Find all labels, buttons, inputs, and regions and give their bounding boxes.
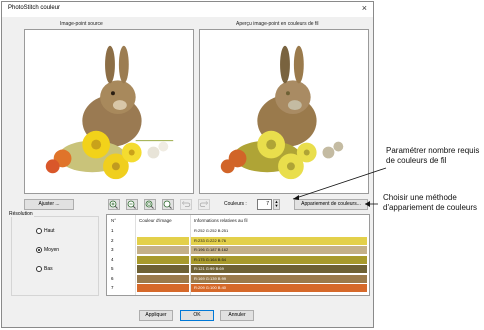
radio-label: Moyen [44, 247, 60, 253]
radio-button[interactable] [36, 228, 42, 234]
column-header-image-color: Couleur d'image [139, 218, 172, 223]
color-swatch [137, 246, 189, 254]
color-swatch [137, 227, 189, 235]
colors-count-stepper[interactable]: ▲ ▼ [273, 199, 280, 210]
annotation-color-matching: Choisir une méthode d'appariement de cou… [383, 193, 478, 212]
row-number: 7 [111, 285, 114, 290]
zoom-out-icon[interactable] [126, 199, 138, 210]
adjust-button[interactable]: Ajuster ... [24, 199, 74, 210]
thread-info-cell: R:196 G:187 B:162 [191, 246, 367, 254]
thread-info-cell: R:233 G:222 B:76 [191, 236, 367, 245]
table-row[interactable]: 5 R:121 G:99 B:69 [107, 265, 369, 273]
row-number: 4 [111, 256, 114, 262]
rabbit-thread-preview-image [220, 45, 344, 180]
annotation-colors-count: Paramétrer nombre requis de couleurs de … [386, 146, 480, 165]
row-number: 6 [111, 275, 114, 281]
zoom-in-icon[interactable] [108, 199, 120, 210]
color-matching-button[interactable]: Appariement de couleurs... [294, 199, 368, 210]
source-image-panel [24, 29, 194, 194]
rabbit-image [45, 45, 174, 180]
title-bar: PhotoStitch couleur × [2, 2, 373, 17]
row-number: 3 [111, 247, 114, 252]
source-image-label: Image-point source [60, 21, 103, 27]
color-swatch [137, 236, 189, 245]
row-number: 2 [111, 237, 114, 243]
thread-info-cell: R:252 G:252 B:251 [191, 227, 367, 235]
radio-label: Haut [44, 228, 55, 234]
preview-image-panel [199, 29, 369, 194]
table-row[interactable]: 4 R:175 G:164 B:54 [107, 255, 369, 264]
redo-icon[interactable] [198, 199, 210, 210]
close-icon[interactable]: × [362, 3, 367, 14]
radio-button[interactable] [36, 247, 42, 253]
chevron-down-icon[interactable]: ▼ [274, 204, 279, 208]
undo-icon[interactable] [180, 199, 192, 210]
color-swatch [137, 274, 189, 283]
colors-count-input[interactable]: 7 [257, 199, 272, 210]
thread-info-cell: R:209 G:100 B:40 [191, 284, 367, 292]
resolution-group-title: Résolution [8, 211, 34, 217]
table-row[interactable]: 2 R:233 G:222 B:76 [107, 236, 369, 245]
ok-button[interactable]: OK [180, 310, 214, 321]
column-header-thread-info: Informations relatives au fil [194, 218, 248, 223]
thread-info-cell: R:121 G:99 B:69 [191, 265, 367, 273]
table-row[interactable]: 7 R:209 G:100 B:40 [107, 284, 369, 292]
dialog-title: PhotoStitch couleur [8, 5, 61, 11]
thread-color-table: N° Couleur d'image Informations relative… [106, 214, 370, 296]
cancel-button[interactable]: Annuler [220, 310, 254, 321]
preview-image-label: Aperçu image-point en couleurs de fil [236, 21, 319, 27]
thread-info-cell: R:169 G:139 B:99 [191, 274, 367, 283]
row-number: 5 [111, 266, 114, 271]
resolution-group [11, 216, 99, 296]
thread-info-cell: R:175 G:164 B:54 [191, 255, 367, 264]
table-row[interactable]: 1 R:252 G:252 B:251 [107, 227, 369, 235]
zoom-window-icon[interactable] [162, 199, 174, 210]
colors-count-label: Couleurs : [224, 201, 247, 207]
row-number: 1 [111, 228, 114, 233]
table-row[interactable]: 3 R:196 G:187 B:162 [107, 246, 369, 254]
apply-button[interactable]: Appliquer [139, 310, 173, 321]
table-row[interactable]: 6 R:169 G:139 B:99 [107, 274, 369, 283]
radio-selected-dot [38, 249, 40, 251]
column-header-number: N° [111, 218, 117, 223]
radio-label: Bas [44, 266, 53, 272]
color-swatch [137, 255, 189, 264]
radio-button[interactable] [36, 266, 42, 272]
color-swatch [137, 265, 189, 273]
color-swatch [137, 284, 189, 292]
photostitch-color-dialog: PhotoStitch couleur × Image-point source… [1, 1, 374, 328]
zoom-fit-icon[interactable] [144, 199, 156, 210]
